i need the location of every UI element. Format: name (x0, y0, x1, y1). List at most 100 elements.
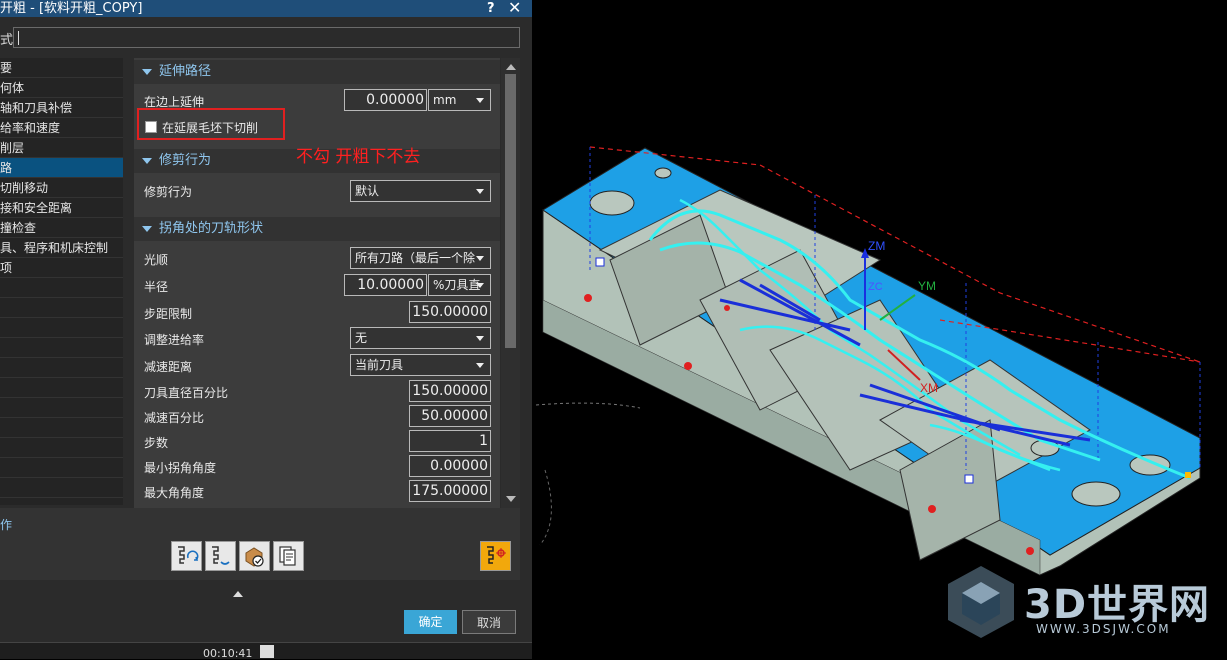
ok-button[interactable]: 确定 (404, 610, 457, 634)
tree-item[interactable]: 项 (0, 258, 123, 278)
max-corner-angle-label: 最大角角度 (144, 486, 205, 500)
type-input[interactable] (13, 27, 520, 48)
tree-item[interactable] (0, 398, 123, 418)
chevron-up-icon (233, 591, 243, 597)
radius-unit-value: %刀具直 (433, 278, 481, 292)
red-hole (684, 362, 692, 370)
red-hole (1026, 547, 1034, 555)
min-corner-angle-input[interactable]: 0.00000 (409, 455, 491, 477)
replay-toolpath-button[interactable] (205, 541, 236, 571)
tool-diameter-percent-input[interactable]: 150.00000 (409, 380, 491, 402)
scroll-thumb[interactable] (505, 74, 516, 348)
smooth-select[interactable]: 所有刀路（最后一个除 (350, 247, 491, 269)
trim-behavior-value: 默认 (355, 184, 380, 198)
close-icon[interactable]: ✕ (508, 0, 521, 16)
section-title: 延伸路径 (159, 64, 212, 79)
annotation-text: 不勾 开粗下不去 (296, 147, 421, 167)
type-label: 式 (0, 33, 14, 48)
trim-behavior-select[interactable]: 默认 (350, 180, 491, 202)
max-corner-angle-input[interactable]: 175.00000 (409, 480, 491, 502)
tree-item[interactable] (0, 358, 123, 378)
tree-item[interactable]: 要 (0, 58, 123, 78)
steps-input[interactable]: 1 (409, 430, 491, 452)
tool-diameter-percent-label: 刀具直径百分比 (144, 386, 229, 400)
radius-input[interactable]: 10.00000 (344, 274, 427, 296)
expand-bar[interactable] (0, 586, 532, 600)
operation-dialog: 开粗 - [软料开粗_COPY] ? ✕ 式 要何体 轴和刀具补偿 给率和速度 削层路… (0, 0, 532, 660)
extend-on-edge-input[interactable]: 0.00000 (344, 89, 427, 111)
slowdown-distance-select[interactable]: 当前刀具 (350, 354, 491, 376)
faint-curve (539, 469, 552, 546)
help-icon[interactable]: ? (487, 0, 495, 17)
tree-item[interactable] (0, 338, 123, 358)
watermark-url: WWW.3DSJW.COM (1036, 622, 1171, 636)
tree-item[interactable] (0, 318, 123, 338)
step-limit-input[interactable]: 150.00000 (409, 301, 491, 323)
tree-item[interactable] (0, 278, 123, 298)
generate-toolpath-button[interactable] (171, 541, 202, 571)
text-caret (18, 31, 19, 45)
collapse-triangle-icon (142, 226, 152, 232)
scroll-up-icon[interactable] (506, 64, 516, 70)
display-icon (487, 546, 506, 564)
tree-item[interactable]: 接和安全距离 (0, 198, 123, 218)
group-tree: 要何体 轴和刀具补偿 给率和速度 削层路切削移动 接和安全距离 撞检查 具、程序和机床控制项 (0, 58, 123, 505)
radius-label: 半径 (144, 280, 169, 294)
list-toolpath-button[interactable] (273, 541, 304, 571)
list-icon (279, 546, 296, 566)
extend-unit-value: mm (433, 93, 457, 107)
status-indicator (260, 645, 274, 658)
steps-label: 步数 (144, 436, 169, 450)
chevron-down-icon (476, 283, 484, 288)
chevron-down-icon (476, 256, 484, 261)
hole (1129, 454, 1171, 476)
tree-item[interactable]: 切削移动 (0, 178, 123, 198)
tree-item[interactable]: 给率和速度 (0, 118, 123, 138)
tree-item[interactable] (0, 298, 123, 318)
dialog-title: 开粗 - [软料开粗_COPY] (0, 1, 143, 16)
tree-item[interactable] (0, 458, 123, 478)
cancel-button[interactable]: 取消 (462, 610, 516, 634)
adjust-feed-label: 调整进给率 (144, 333, 205, 347)
smooth-value: 所有刀路（最后一个除 (355, 251, 476, 265)
chevron-down-icon (476, 336, 484, 341)
tree-item[interactable] (0, 478, 123, 498)
radius-unit-select[interactable]: %刀具直 (428, 274, 491, 296)
extend-unit-select[interactable]: mm (428, 89, 491, 111)
tree-item[interactable] (0, 418, 123, 438)
panel-scrollbar[interactable] (501, 58, 520, 508)
faint-curve (535, 402, 641, 409)
red-hole (928, 505, 936, 513)
axis-zm-label: ZM (868, 239, 885, 253)
smooth-label: 光顺 (144, 253, 169, 267)
axis-xm-label: XM (920, 381, 938, 395)
red-hole (724, 305, 730, 311)
hole (589, 190, 635, 216)
collapse-triangle-icon (142, 158, 152, 164)
adjust-feed-value: 无 (355, 331, 368, 345)
section-extend-path[interactable]: 延伸路径 (134, 60, 500, 84)
verify-toolpath-button[interactable] (239, 541, 270, 571)
chevron-down-icon (476, 189, 484, 194)
slowdown-percent-label: 减速百分比 (144, 411, 205, 425)
section-corner-shape[interactable]: 拐角处的刀轨形状 (134, 217, 500, 241)
adjust-feed-select[interactable]: 无 (350, 327, 491, 349)
tree-item[interactable]: 撞检查 (0, 218, 123, 238)
replay-icon (212, 546, 230, 565)
scroll-down-icon[interactable] (506, 496, 516, 502)
display-options-button[interactable] (480, 541, 511, 571)
chevron-down-icon (476, 98, 484, 103)
graphics-viewport[interactable]: ZM YM XM ZC 3D世界网 WWW.3DSJW.COM (532, 0, 1227, 658)
slowdown-percent-input[interactable]: 50.00000 (409, 405, 491, 427)
tree-item[interactable]: 轴和刀具补偿 (0, 98, 123, 118)
axis-ym-label: YM (918, 279, 936, 293)
hole (1071, 481, 1121, 507)
tree-item[interactable]: 何体 (0, 78, 123, 98)
tree-item[interactable]: 具、程序和机床控制 (0, 238, 123, 258)
tree-item[interactable]: 削层 (0, 138, 123, 158)
tree-item[interactable]: 路 (0, 158, 123, 178)
tree-item[interactable] (0, 378, 123, 398)
section-title: 修剪行为 (159, 153, 212, 168)
tree-item[interactable] (0, 438, 123, 458)
slowdown-distance-label: 减速距离 (144, 360, 193, 374)
